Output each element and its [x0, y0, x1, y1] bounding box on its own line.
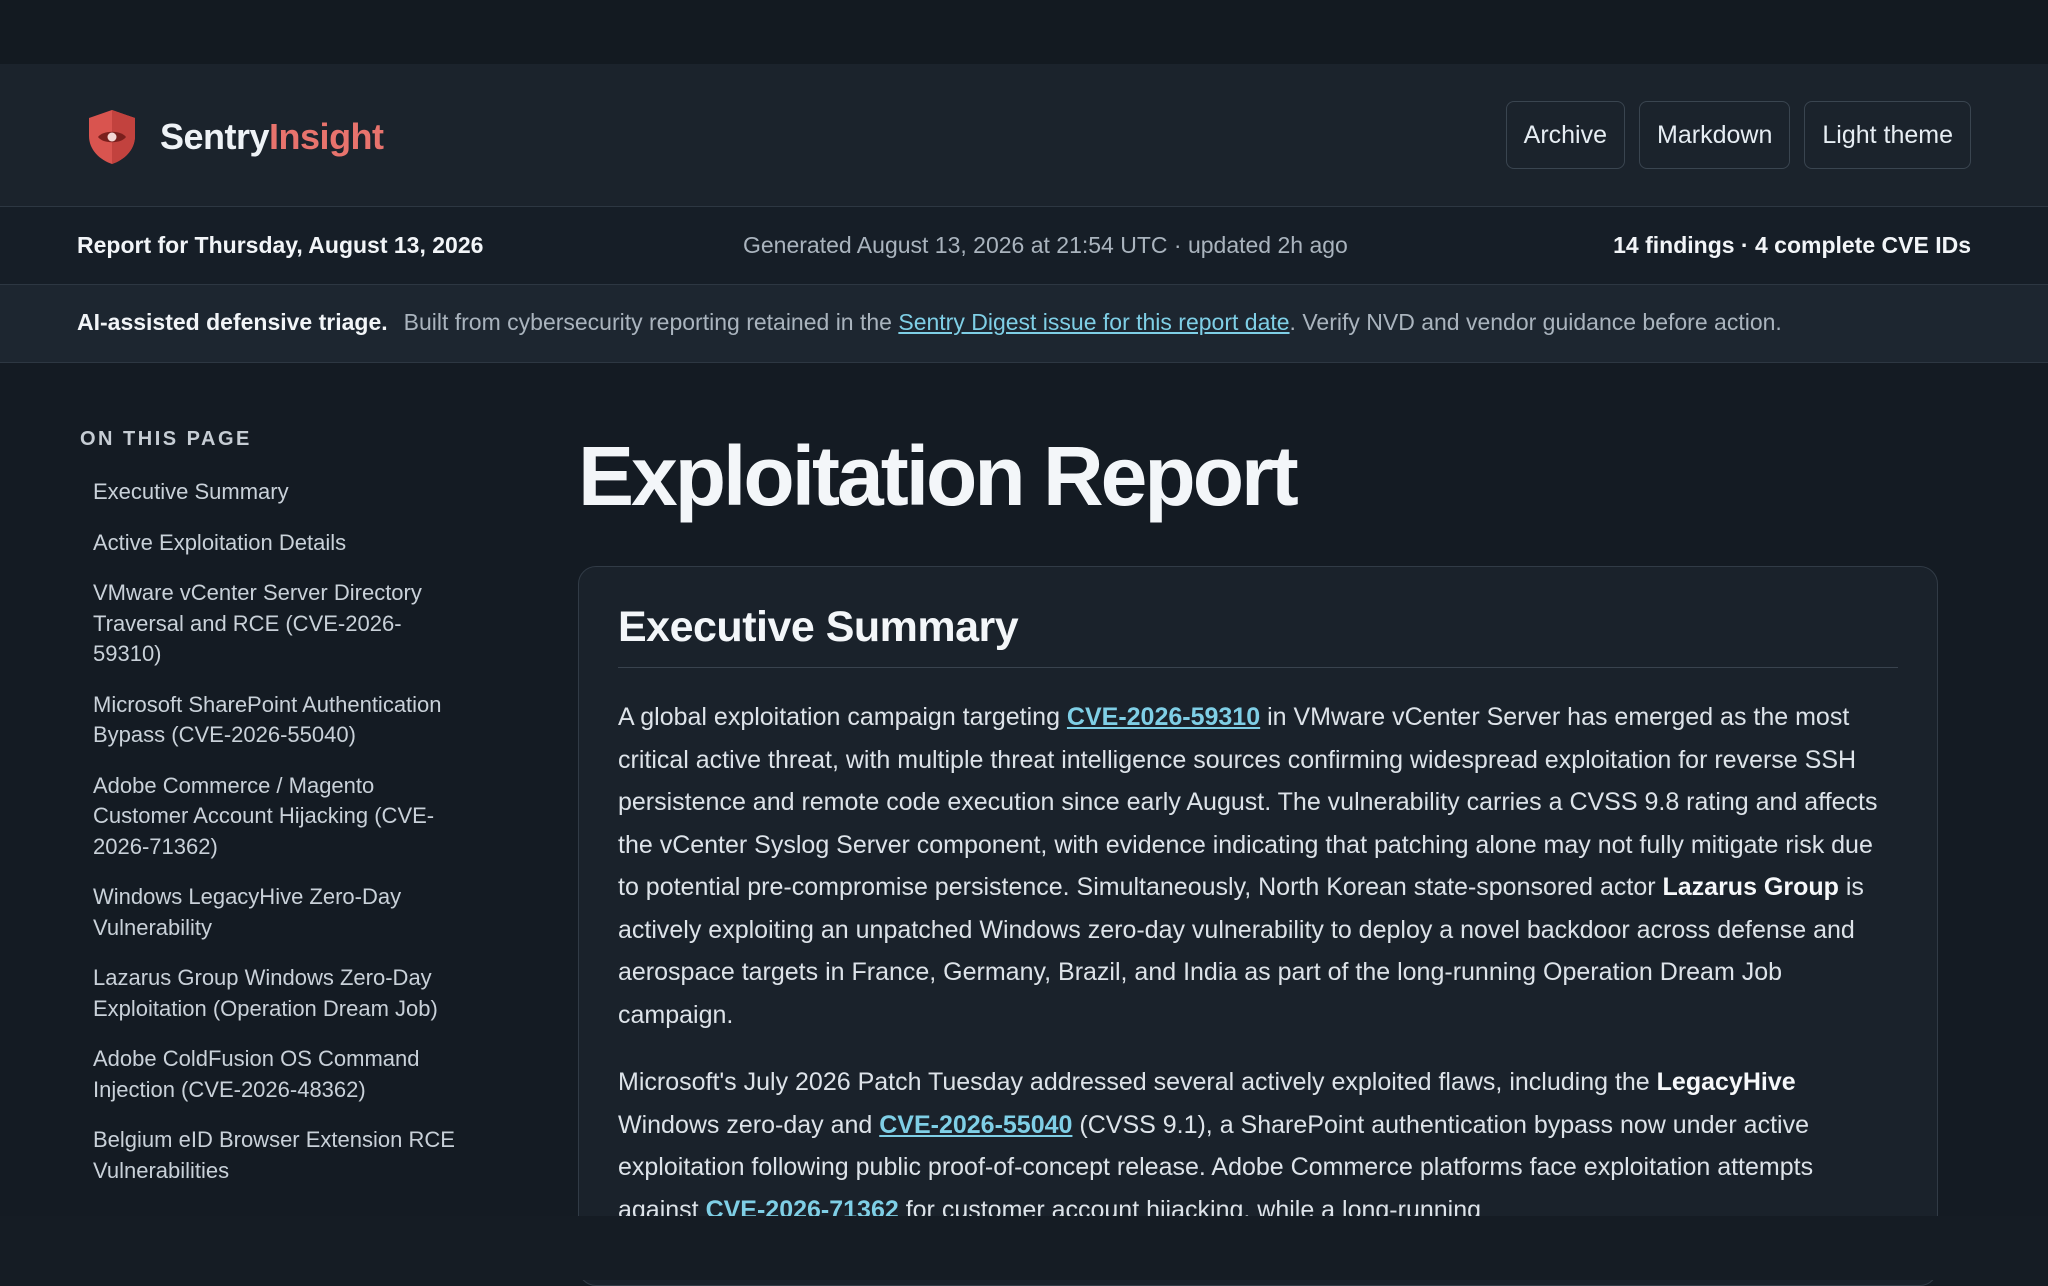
- generated-timestamp: Generated August 13, 2026 at 21:54 UTC ·…: [743, 232, 1348, 258]
- brand-logo[interactable]: SentryInsight: [86, 108, 384, 166]
- toc-list: Executive Summary Active Exploitation De…: [80, 477, 480, 1186]
- p2-text-2: Windows zero-day and: [618, 1110, 880, 1139]
- header-actions: Archive Markdown Light theme: [1505, 101, 1971, 169]
- table-of-contents: ON THIS PAGE Executive Summary Active Ex…: [80, 428, 480, 1206]
- report-meta-bar: Report for Thursday, August 13, 2026 Gen…: [0, 207, 2048, 285]
- notice-text-before: Built from cybersecurity reporting retai…: [403, 309, 899, 335]
- archive-button[interactable]: Archive: [1505, 101, 1626, 169]
- viewport-bottom-strip: [0, 1216, 2048, 1280]
- main-content: Exploitation Report Executive Summary A …: [578, 428, 1938, 1286]
- window-top-strip: [0, 0, 2048, 64]
- p1-text-1: A global exploitation campaign targeting: [618, 703, 1067, 731]
- notice-strong-text: AI-assisted defensive triage.: [77, 309, 388, 335]
- p2-bold-legacyhive: LegacyHive: [1656, 1068, 1796, 1096]
- brand-name-part2: Insight: [269, 116, 384, 157]
- sentry-digest-link[interactable]: Sentry Digest issue for this report date: [898, 309, 1289, 335]
- cve-link-55040[interactable]: CVE-2026-55040: [879, 1111, 1072, 1139]
- toc-item-vmware-vcenter[interactable]: VMware vCenter Server Directory Traversa…: [93, 578, 453, 670]
- toc-item-adobe-coldfusion[interactable]: Adobe ColdFusion OS Command Injection (C…: [93, 1044, 443, 1105]
- page-title: Exploitation Report: [578, 429, 1299, 523]
- p2-text-1: Microsoft's July 2026 Patch Tuesday addr…: [618, 1068, 1657, 1096]
- executive-summary-card: Executive Summary A global exploitation …: [578, 566, 1938, 1286]
- report-date: Report for Thursday, August 13, 2026: [77, 232, 484, 258]
- toc-item-lazarus-group[interactable]: Lazarus Group Windows Zero-Day Exploitat…: [93, 963, 483, 1024]
- section-title: Executive Summary: [618, 603, 1898, 668]
- toc-item-sharepoint-bypass[interactable]: Microsoft SharePoint Authentication Bypa…: [93, 690, 478, 751]
- shield-eye-icon: [89, 110, 135, 164]
- toc-item-active-exploitation-details[interactable]: Active Exploitation Details: [93, 528, 480, 559]
- toc-item-legacyhive[interactable]: Windows LegacyHive Zero-Day Vulnerabilit…: [93, 882, 433, 943]
- site-header: SentryInsight Archive Markdown Light the…: [0, 64, 2048, 207]
- section-body: A global exploitation campaign targeting…: [618, 696, 1898, 1231]
- toc-item-belgium-eid[interactable]: Belgium eID Browser Extension RCE Vulner…: [93, 1125, 478, 1186]
- p1-bold-lazarus: Lazarus Group: [1662, 873, 1839, 901]
- light-theme-button[interactable]: Light theme: [1804, 101, 1971, 169]
- findings-count: 14 findings · 4 complete CVE IDs: [1613, 232, 1971, 258]
- cve-link-59310[interactable]: CVE-2026-59310: [1067, 703, 1260, 731]
- markdown-button[interactable]: Markdown: [1639, 101, 1791, 169]
- toc-item-adobe-commerce[interactable]: Adobe Commerce / Magento Customer Accoun…: [93, 771, 473, 863]
- triage-notice-bar: AI-assisted defensive triage. Built from …: [0, 285, 2048, 363]
- notice-text-after: . Verify NVD and vendor guidance before …: [1289, 309, 1782, 335]
- brand-name: SentryInsight: [160, 116, 384, 158]
- toc-heading: ON THIS PAGE: [80, 428, 252, 450]
- p1-text-2: in VMware vCenter Server has emerged as …: [618, 703, 1878, 901]
- summary-paragraph-2: Microsoft's July 2026 Patch Tuesday addr…: [618, 1061, 1898, 1231]
- triage-notice: AI-assisted defensive triage. Built from …: [77, 309, 1782, 336]
- toc-item-executive-summary[interactable]: Executive Summary: [93, 477, 480, 508]
- summary-paragraph-1: A global exploitation campaign targeting…: [618, 696, 1898, 1036]
- brand-name-part1: Sentry: [160, 116, 270, 157]
